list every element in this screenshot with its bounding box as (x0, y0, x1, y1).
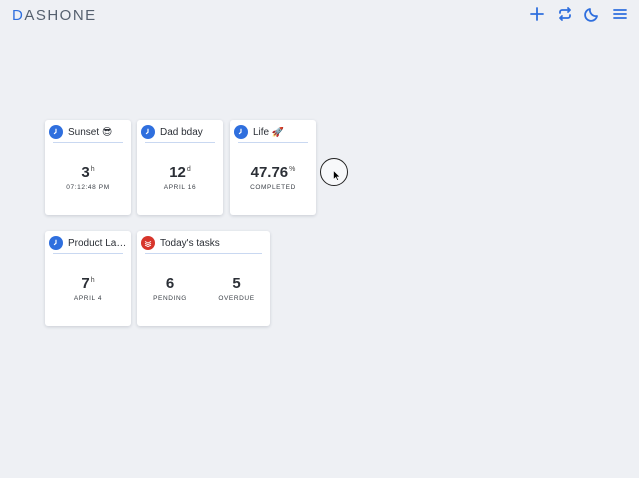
clock-icon (234, 125, 248, 139)
logo-rest: ASHONE (24, 7, 97, 24)
countdown-card-dad-bday[interactable]: Dad bday 12d APRIL 16 (137, 120, 223, 215)
plus-icon (530, 7, 544, 21)
card-header: Life 🚀 (234, 124, 312, 140)
menu-button[interactable] (610, 5, 630, 23)
cursor-arrow-icon (333, 170, 341, 181)
card-value: 3h (81, 164, 95, 181)
sync-button[interactable] (555, 5, 575, 23)
clock-icon (49, 125, 63, 139)
top-bar: DASHONE (0, 0, 639, 30)
card-title: Product Laun... (68, 237, 127, 249)
hamburger-menu-icon (613, 9, 627, 19)
overdue-count: 5 (232, 275, 241, 292)
pending-label: PENDING (153, 295, 187, 302)
card-header: Dad bday (141, 124, 219, 140)
pending-count: 6 (165, 275, 175, 292)
card-subtitle: APRIL 4 (73, 295, 103, 302)
moon-icon (584, 8, 598, 22)
card-unit: % (289, 166, 296, 173)
card-title: Sunset 😎 (68, 126, 113, 138)
overdue-label: OVERDUE (218, 295, 255, 302)
card-title: Today's tasks (160, 237, 220, 249)
add-button[interactable] (527, 5, 547, 23)
title-divider (53, 142, 123, 143)
card-header: Product Laun... (49, 235, 127, 251)
app-logo: DASHONE (12, 7, 97, 24)
card-value: 7h (81, 275, 95, 292)
card-title: Life 🚀 (253, 126, 285, 138)
card-subtitle: APRIL 16 (163, 184, 197, 191)
card-subtitle: 07:12:48 PM (66, 184, 110, 191)
card-value: 12d (169, 164, 191, 181)
todays-tasks-card[interactable]: Today's tasks 6 PENDING 5 OVERDUE (137, 231, 270, 326)
card-unit: d (186, 166, 191, 173)
title-divider (145, 142, 215, 143)
countdown-card-life[interactable]: Life 🚀 47.76% COMPLETED (230, 120, 316, 215)
card-header: Today's tasks (141, 235, 266, 251)
mouse-cursor-indicator (320, 158, 348, 186)
clock-icon (49, 236, 63, 250)
card-subtitle: COMPLETED (250, 184, 296, 191)
countdown-card-product-launch[interactable]: Product Laun... 7h APRIL 4 (45, 231, 131, 326)
todoist-icon (141, 236, 155, 250)
theme-toggle-button[interactable] (582, 5, 602, 23)
card-title: Dad bday (160, 126, 203, 138)
title-divider (145, 253, 262, 254)
card-unit: h (90, 277, 95, 284)
title-divider (238, 142, 308, 143)
card-value: 47.76% (250, 164, 296, 181)
clock-icon (141, 125, 155, 139)
logo-first-letter: D (12, 7, 25, 24)
repeat-icon (559, 7, 571, 21)
card-header: Sunset 😎 (49, 124, 127, 140)
card-unit: h (90, 166, 95, 173)
title-divider (53, 253, 123, 254)
countdown-card-sunset[interactable]: Sunset 😎 3h 07:12:48 PM (45, 120, 131, 215)
